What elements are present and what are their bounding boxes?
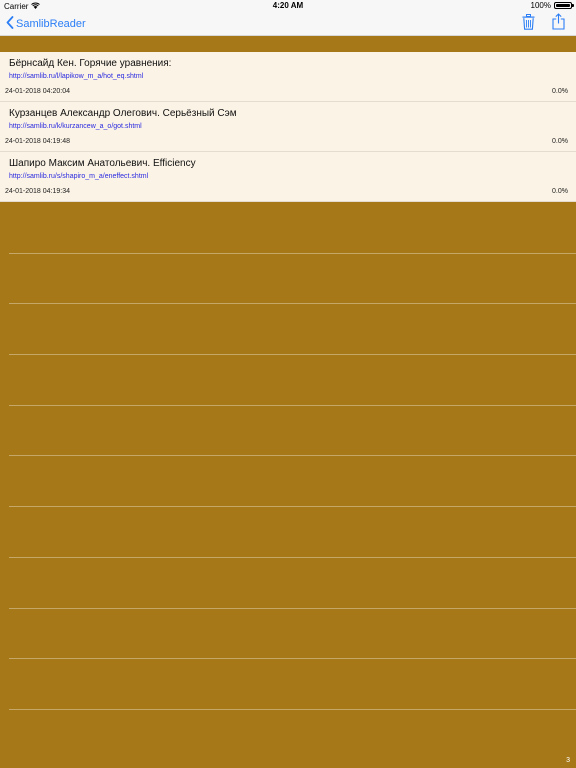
item-url-link[interactable]: http://samlib.ru/l/lapikow_m_a/hot_eq.sh…	[9, 73, 143, 80]
share-icon	[551, 13, 565, 35]
item-date: 24-01-2018 04:19:48	[5, 138, 70, 145]
empty-row	[0, 254, 576, 305]
status-bar: Carrier 4:20 AM 100%	[0, 0, 576, 12]
empty-row	[0, 659, 576, 710]
chevron-left-icon	[6, 16, 16, 32]
empty-row	[0, 609, 576, 660]
navigation-bar: SamlibReader	[0, 12, 576, 36]
item-date: 24-01-2018 04:20:04	[5, 88, 70, 95]
item-progress: 0.0%	[552, 188, 568, 195]
empty-row	[0, 355, 576, 406]
list-item[interactable]: Бёрнсайд Кен. Горячие уравнения: http://…	[0, 52, 576, 102]
battery-percent: 100%	[530, 1, 551, 10]
empty-row	[0, 456, 576, 507]
item-url-link[interactable]: http://samlib.ru/k/kurzancew_a_o/got.sht…	[9, 123, 142, 130]
bookmark-list: Бёрнсайд Кен. Горячие уравнения: http://…	[0, 52, 576, 202]
empty-row	[0, 507, 576, 558]
item-date: 24-01-2018 04:19:34	[5, 188, 70, 195]
item-url-link[interactable]: http://samlib.ru/s/shapiro_m_a/eneffect.…	[9, 173, 148, 180]
back-button-label: SamlibReader	[16, 18, 86, 30]
item-title: Шапиро Максим Анатольевич. Efficiency	[9, 158, 196, 169]
delete-button[interactable]	[520, 13, 536, 35]
list-item[interactable]: Курзанцев Александр Олегович. Серьёзный …	[0, 102, 576, 152]
list-item[interactable]: Шапиро Максим Анатольевич. Efficiency ht…	[0, 152, 576, 202]
item-progress: 0.0%	[552, 88, 568, 95]
status-time: 4:20 AM	[272, 1, 304, 10]
empty-row	[0, 304, 576, 355]
item-progress: 0.0%	[552, 138, 568, 145]
nav-actions	[520, 13, 566, 35]
item-title: Курзанцев Александр Олегович. Серьёзный …	[9, 108, 237, 119]
list-header-strip	[0, 36, 576, 52]
battery-icon	[554, 2, 574, 9]
back-button[interactable]: SamlibReader	[6, 15, 86, 33]
empty-row	[0, 406, 576, 457]
empty-row-area	[0, 203, 576, 710]
share-button[interactable]	[550, 13, 566, 35]
item-count: 3	[566, 757, 570, 764]
battery-info: 100%	[530, 1, 574, 10]
trash-icon	[522, 13, 535, 35]
empty-row	[0, 203, 576, 254]
item-title: Бёрнсайд Кен. Горячие уравнения:	[9, 58, 172, 69]
empty-row	[0, 558, 576, 609]
